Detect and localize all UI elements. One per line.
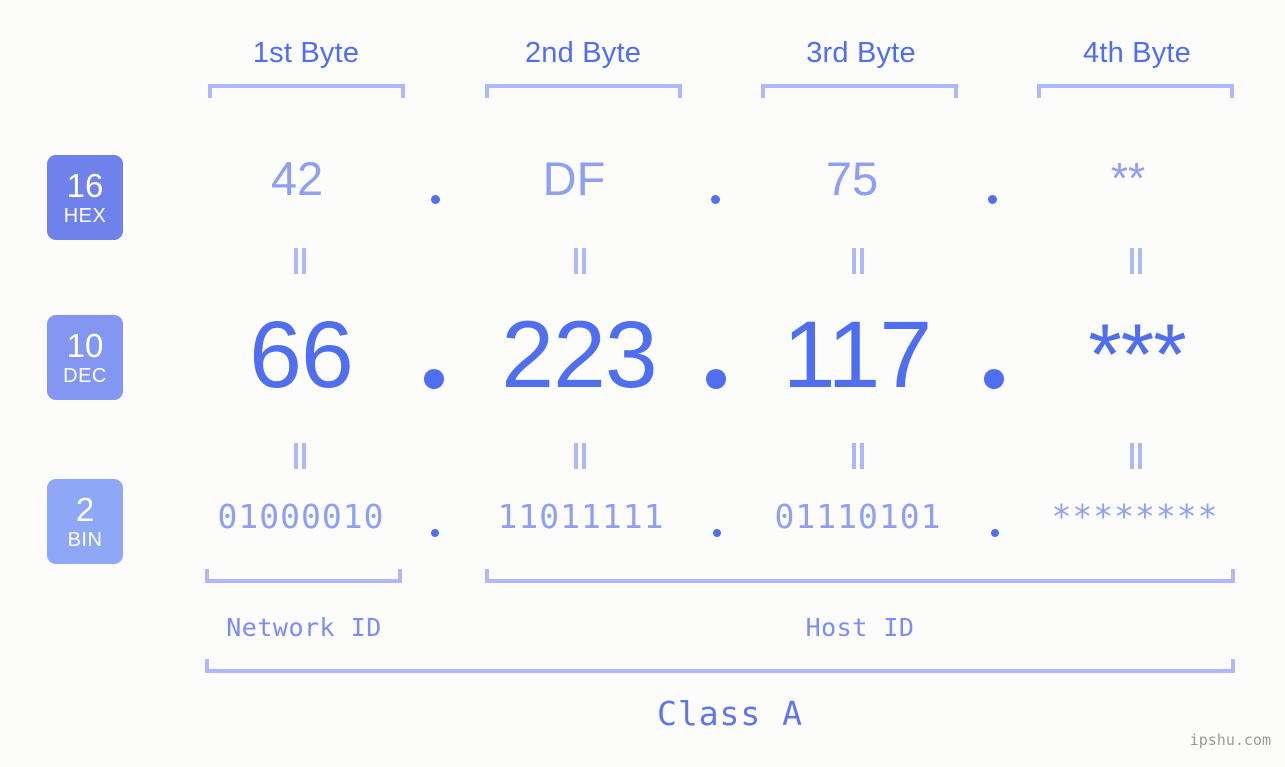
base-badge-dec: 10 DEC [47,315,123,400]
host-id-label: Host ID [805,613,915,642]
dec-dot-2 [706,369,726,389]
base-badge-hex-number: 16 [66,167,104,204]
equals-marker-dec-bin-4 [1128,443,1144,469]
base-badge-bin-label: BIN [67,529,103,551]
equals-marker-dec-bin-1 [292,443,308,469]
byte-bracket-3 [761,84,958,98]
equals-marker-hex-dec-3 [850,248,866,274]
host-id-bracket [485,569,1235,583]
class-bracket [205,659,1235,673]
hex-dot-3 [988,195,997,204]
equals-marker-hex-dec-4 [1128,248,1144,274]
hex-byte-1: 42 [270,152,324,205]
bin-byte-1: 01000010 [217,497,385,536]
byte-bracket-2 [485,84,682,98]
equals-marker-hex-dec-2 [572,248,588,274]
bin-byte-3: 01110101 [774,497,942,536]
base-badge-bin-number: 2 [75,491,95,528]
hex-dot-2 [711,195,720,204]
equals-marker-hex-dec-1 [292,248,308,274]
byte-header-2: 2nd Byte [524,37,642,69]
equals-marker-dec-bin-3 [850,443,866,469]
dec-dot-1 [424,369,444,389]
dec-byte-1: 66 [249,302,354,408]
ip-address-breakdown-diagram: 1st Byte 2nd Byte 3rd Byte 4th Byte 16 H… [0,0,1285,767]
dec-dot-3 [984,369,1004,389]
byte-bracket-4 [1037,84,1234,98]
bin-dot-3 [991,529,999,537]
hex-byte-2: DF [542,152,606,205]
base-badge-bin: 2 BIN [47,479,123,564]
byte-bracket-1 [208,84,405,98]
byte-header-1: 1st Byte [252,37,360,69]
network-id-label: Network ID [226,613,382,642]
dec-byte-3: 117 [782,302,932,408]
base-badge-dec-label: DEC [63,365,107,387]
equals-marker-dec-bin-2 [572,443,588,469]
class-label: Class A [656,694,804,733]
network-id-bracket [205,569,402,583]
dec-byte-4: *** [1088,307,1186,403]
dec-byte-2: 223 [501,302,658,408]
site-watermark: ipshu.com [1189,731,1271,749]
base-badge-dec-number: 10 [66,327,104,364]
base-badge-hex-label: HEX [63,205,107,227]
hex-byte-3: 75 [825,152,879,205]
hex-dot-1 [431,195,440,204]
base-badge-hex: 16 HEX [47,155,123,240]
byte-header-4: 4th Byte [1083,37,1191,69]
hex-byte-4: ** [1110,154,1146,203]
bin-byte-2: 11011111 [497,497,665,536]
byte-header-3: 3rd Byte [806,37,916,69]
bin-dot-2 [713,529,721,537]
bin-dot-1 [431,529,439,537]
bin-byte-4: ******** [1051,497,1219,536]
